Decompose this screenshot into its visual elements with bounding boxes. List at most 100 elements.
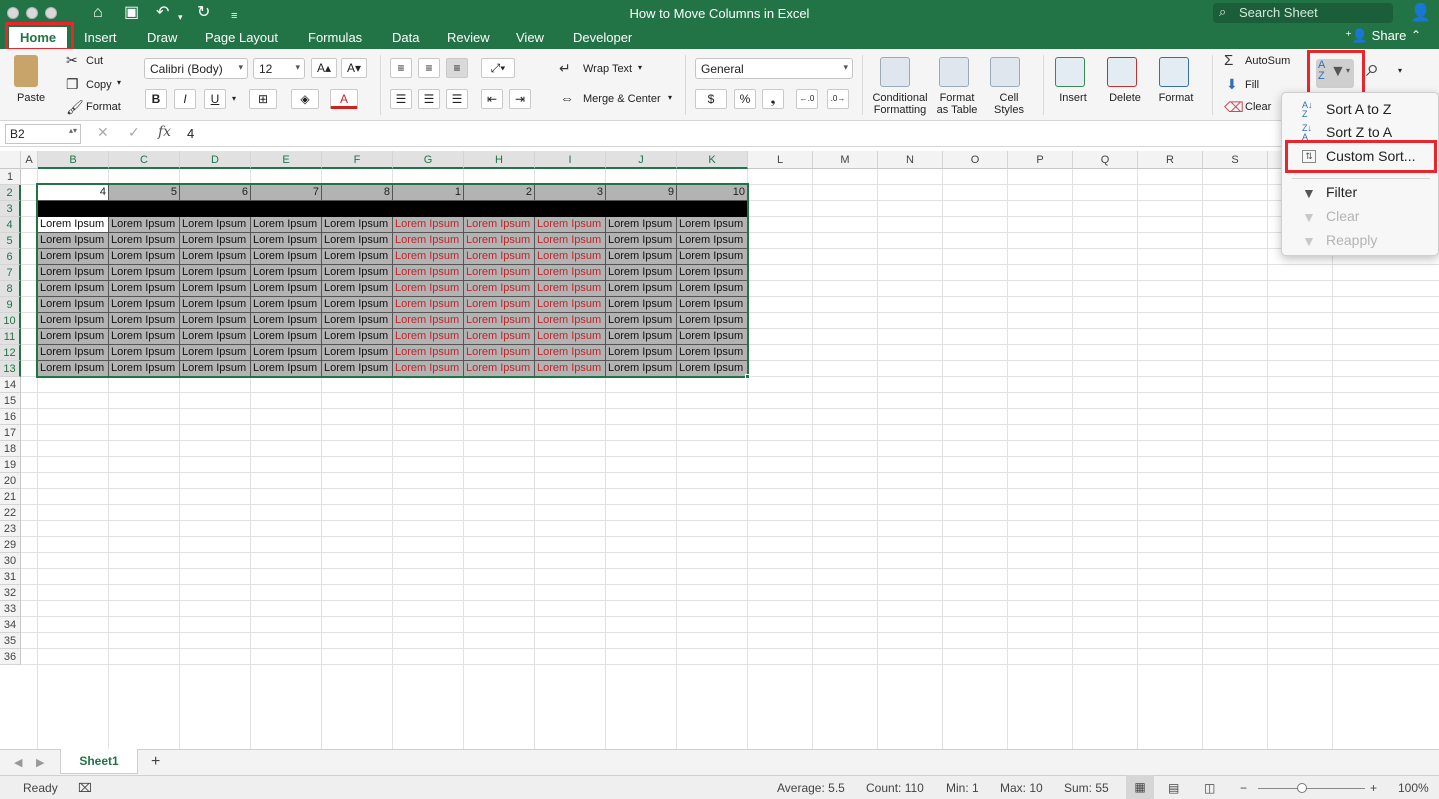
cell-b5[interactable]: Lorem Ipsum [38,233,109,249]
cell-i11[interactable]: Lorem Ipsum [535,329,606,345]
row-header-31[interactable]: 31 [0,569,21,585]
cell-e7[interactable]: Lorem Ipsum [251,265,322,281]
cell-j11[interactable]: Lorem Ipsum [606,329,677,345]
cell-f7[interactable]: Lorem Ipsum [322,265,393,281]
column-header-s[interactable]: S [1203,151,1268,169]
zoom-in-icon[interactable]: + [1370,781,1377,795]
cell-d9[interactable]: Lorem Ipsum [180,297,251,313]
cell-k9[interactable]: Lorem Ipsum [677,297,748,313]
cell-j12[interactable]: Lorem Ipsum [606,345,677,361]
zoom-level[interactable]: 100% [1398,781,1429,795]
cell-h4[interactable]: Lorem Ipsum [464,217,535,233]
column-header-i[interactable]: I [535,151,606,169]
cell-g11[interactable]: Lorem Ipsum [393,329,464,345]
font-size-select[interactable]: 12 ▾ [253,58,305,79]
cell-b2[interactable]: 4 [38,185,109,201]
cell-f9[interactable]: Lorem Ipsum [322,297,393,313]
borders-button[interactable]: ⊞ [249,89,277,109]
column-header-f[interactable]: F [322,151,393,169]
collapse-ribbon-icon[interactable]: ⌃ [1411,28,1421,42]
find-select-dropdown-icon[interactable]: ▾ [1398,66,1402,75]
cell-i10[interactable]: Lorem Ipsum [535,313,606,329]
row-header-9[interactable]: 9 [0,297,21,313]
cell-b12[interactable]: Lorem Ipsum [38,345,109,361]
tab-developer[interactable]: Developer [573,30,632,45]
cell-i4[interactable]: Lorem Ipsum [535,217,606,233]
cell-f2[interactable]: 8 [322,185,393,201]
cell-f13[interactable]: Lorem Ipsum [322,361,393,377]
font-name-select[interactable]: Calibri (Body) ▾ [144,58,248,79]
align-top-button[interactable]: ≡ [390,58,412,78]
tab-draw[interactable]: Draw [147,30,177,45]
align-center-button[interactable]: ☰ [418,89,440,109]
cell-b4[interactable]: Lorem Ipsum [38,217,109,233]
zoom-out-icon[interactable]: − [1240,781,1247,795]
cell-d10[interactable]: Lorem Ipsum [180,313,251,329]
page-break-view-icon[interactable]: ◫ [1204,781,1215,795]
row-header-13[interactable]: 13 [0,361,21,377]
underline-dropdown-icon[interactable]: ▾ [232,94,236,103]
share-button[interactable]: ⁺👤 Share [1345,28,1406,44]
copy-button[interactable]: Copy [86,79,112,91]
cell-j7[interactable]: Lorem Ipsum [606,265,677,281]
cell-d2[interactable]: 6 [180,185,251,201]
row-header-34[interactable]: 34 [0,617,21,633]
column-header-r[interactable]: R [1138,151,1203,169]
insert-cells-button[interactable]: Insert [1051,92,1095,104]
cell-g10[interactable]: Lorem Ipsum [393,313,464,329]
cell-b7[interactable]: Lorem Ipsum [38,265,109,281]
row-header-17[interactable]: 17 [0,425,21,441]
cell-h10[interactable]: Lorem Ipsum [464,313,535,329]
cell-b10[interactable]: Lorem Ipsum [38,313,109,329]
confirm-entry-icon[interactable]: ✓ [128,124,140,141]
column-header-b[interactable]: B [38,151,109,169]
cell-i12[interactable]: Lorem Ipsum [535,345,606,361]
conditional-formatting-button[interactable]: Conditional Formatting [868,92,932,116]
next-sheet-icon[interactable]: ▶ [36,756,44,769]
row-header-14[interactable]: 14 [0,377,21,393]
percent-button[interactable]: % [734,89,756,109]
cell-k5[interactable]: Lorem Ipsum [677,233,748,249]
menu-filter[interactable]: Filter [1326,184,1357,200]
number-format-select[interactable]: General ▾ [695,58,853,79]
cell-e9[interactable]: Lorem Ipsum [251,297,322,313]
cell-f10[interactable]: Lorem Ipsum [322,313,393,329]
row-header-18[interactable]: 18 [0,441,21,457]
row-header-35[interactable]: 35 [0,633,21,649]
decrease-indent-button[interactable]: ⇤ [481,89,503,109]
cell-e12[interactable]: Lorem Ipsum [251,345,322,361]
cell-c7[interactable]: Lorem Ipsum [109,265,180,281]
autosum-icon[interactable]: Σ [1224,52,1233,69]
cell-c12[interactable]: Lorem Ipsum [109,345,180,361]
conditional-formatting-icon[interactable] [880,57,910,87]
cell-j8[interactable]: Lorem Ipsum [606,281,677,297]
cell-g2[interactable]: 1 [393,185,464,201]
row-header-11[interactable]: 11 [0,329,21,345]
cell-f5[interactable]: Lorem Ipsum [322,233,393,249]
increase-indent-button[interactable]: ⇥ [509,89,531,109]
column-header-m[interactable]: M [813,151,878,169]
delete-cells-icon[interactable] [1107,57,1137,87]
column-header-j[interactable]: J [606,151,677,169]
cell-c2[interactable]: 5 [109,185,180,201]
cell-j6[interactable]: Lorem Ipsum [606,249,677,265]
format-as-table-icon[interactable] [939,57,969,87]
cell-c11[interactable]: Lorem Ipsum [109,329,180,345]
row-header-21[interactable]: 21 [0,489,21,505]
cell-styles-button[interactable]: Cell Styles [985,92,1033,116]
cell-b6[interactable]: Lorem Ipsum [38,249,109,265]
row-header-3[interactable]: 3 [0,201,21,217]
cell-h6[interactable]: Lorem Ipsum [464,249,535,265]
align-right-button[interactable]: ☰ [446,89,468,109]
cell-k6[interactable]: Lorem Ipsum [677,249,748,265]
cell-c10[interactable]: Lorem Ipsum [109,313,180,329]
cell-i13[interactable]: Lorem Ipsum [535,361,606,377]
cell-h12[interactable]: Lorem Ipsum [464,345,535,361]
cell-b11[interactable]: Lorem Ipsum [38,329,109,345]
insert-function-button[interactable]: fx [158,124,171,140]
cell-c6[interactable]: Lorem Ipsum [109,249,180,265]
cell-d7[interactable]: Lorem Ipsum [180,265,251,281]
row-header-16[interactable]: 16 [0,409,21,425]
cell-e4[interactable]: Lorem Ipsum [251,217,322,233]
cell-g9[interactable]: Lorem Ipsum [393,297,464,313]
